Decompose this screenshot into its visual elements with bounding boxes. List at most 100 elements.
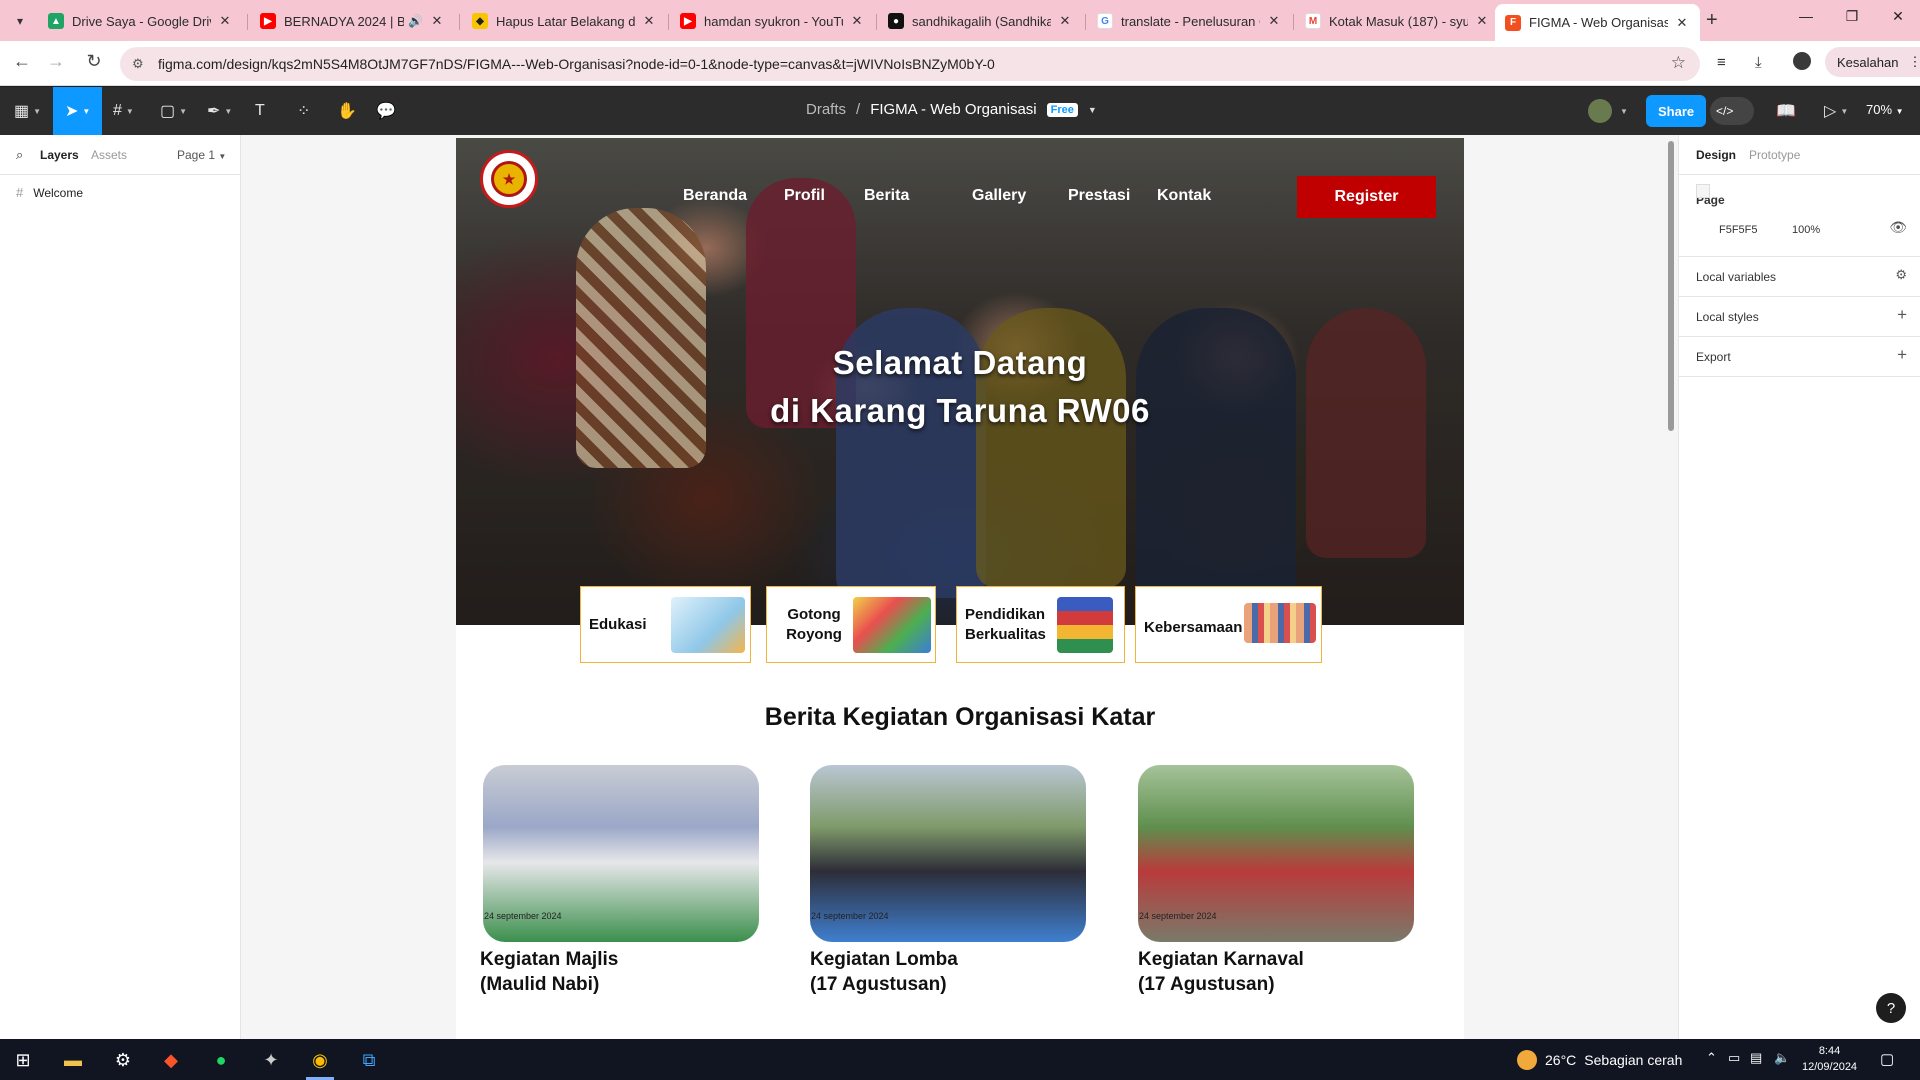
tab-figma-active[interactable]: F FIGMA - Web Organisasi ✕ <box>1495 4 1700 41</box>
tab-youtube-hamdan[interactable]: ▶ hamdan syukron - YouTube ✕ <box>670 6 875 36</box>
text-tool-icon[interactable]: T <box>255 99 265 123</box>
search-icon[interactable]: ⌕ <box>16 147 23 163</box>
visibility-eye-icon[interactable]: 👁 <box>1889 219 1907 236</box>
meet-now-icon[interactable]: ▭ <box>1728 1050 1740 1066</box>
system-clock[interactable]: 8:44 12/09/2024 <box>1802 1043 1857 1075</box>
tab-layers[interactable]: Layers <box>40 148 79 162</box>
nav-prestasi[interactable]: Prestasi <box>1068 187 1130 205</box>
present-play-icon[interactable]: ▷ ▼ <box>1824 99 1848 123</box>
spotify-icon[interactable]: ● <box>206 1045 236 1075</box>
weather-widget[interactable]: 26°C Sebagian cerah <box>1517 1050 1682 1070</box>
tab-google-drive[interactable]: ▲ Drive Saya - Google Drive ✕ <box>38 6 243 36</box>
page-opacity[interactable]: 100% <box>1792 224 1820 236</box>
dev-mode-toggle[interactable]: </> <box>1710 97 1754 125</box>
forward-arrow-icon[interactable]: → <box>44 51 68 72</box>
breadcrumb-drafts[interactable]: Drafts <box>806 101 846 118</box>
back-arrow-icon[interactable]: ← <box>10 51 34 72</box>
reload-icon[interactable]: ↻ <box>82 51 106 72</box>
canvas-scrollbar[interactable] <box>1668 141 1674 431</box>
tab-assets[interactable]: Assets <box>91 148 127 162</box>
feature-card-kebersamaan[interactable]: Kebersamaan <box>1135 586 1322 663</box>
bookmark-star-icon[interactable]: ☆ <box>1671 53 1686 73</box>
brave-browser-icon[interactable]: ◆ <box>156 1045 186 1075</box>
vscode-icon[interactable]: ⧉ <box>354 1045 384 1075</box>
register-button[interactable]: Register <box>1297 176 1436 218</box>
share-button[interactable]: Share <box>1646 95 1707 127</box>
page-selector[interactable]: Page 1 ▼ <box>177 148 226 162</box>
news-title[interactable]: Kegiatan Lomba (17 Agustusan) <box>810 947 958 997</box>
tab-github[interactable]: ● sandhikagalih (Sandhika Galih) ✕ <box>878 6 1083 36</box>
address-bar[interactable]: ⚙ figma.com/design/kqs2mN5S4M8OtJM7GF7nD… <box>120 47 1700 81</box>
error-button[interactable]: Kesalahan ⋮ <box>1825 47 1920 77</box>
nav-berita[interactable]: Berita <box>864 187 909 205</box>
tab-search-dropdown-icon[interactable]: ▾ <box>8 9 32 33</box>
variables-sliders-icon[interactable]: ⚙ <box>1895 267 1907 283</box>
main-menu-icon[interactable]: ▦ ▼ <box>14 99 41 123</box>
close-icon[interactable]: ✕ <box>217 13 233 29</box>
chevron-down-icon[interactable]: ▼ <box>1620 99 1628 123</box>
tab-remove-bg[interactable]: ◆ Hapus Latar Belakang dari Gambar ✕ <box>462 6 667 36</box>
close-icon[interactable]: ✕ <box>849 13 865 29</box>
close-icon[interactable]: ✕ <box>1057 13 1073 29</box>
download-icon[interactable]: ⤓ <box>1755 54 1762 71</box>
more-vert-icon[interactable]: ⋮ <box>1908 54 1920 70</box>
shape-tool-icon[interactable]: ▢ ▼ <box>160 99 187 123</box>
frame-tool-icon[interactable]: # ▼ <box>113 99 134 123</box>
chevron-down-icon[interactable]: ▼ <box>1088 105 1097 115</box>
library-book-icon[interactable]: 📖 <box>1776 99 1796 123</box>
speaker-icon[interactable]: 🔊 <box>408 14 423 28</box>
move-tool-icon[interactable]: ➤ ▼ <box>53 87 103 135</box>
nav-kontak[interactable]: Kontak <box>1157 187 1211 205</box>
network-icon[interactable]: ▤ <box>1750 1050 1762 1066</box>
tab-prototype[interactable]: Prototype <box>1749 148 1800 162</box>
comment-tool-icon[interactable]: 💬 <box>376 99 396 123</box>
chrome-icon[interactable]: ◉ <box>305 1045 335 1075</box>
windows-start-icon[interactable]: ⊞ <box>8 1045 38 1075</box>
add-plus-icon[interactable]: + <box>1897 305 1907 325</box>
add-plus-icon[interactable]: + <box>1897 345 1907 365</box>
close-icon[interactable]: ✕ <box>429 13 445 29</box>
layer-item[interactable]: # Welcome <box>16 185 83 200</box>
feature-card-gotong-royong[interactable]: Gotong Royong <box>766 586 936 663</box>
close-icon[interactable]: ✕ <box>1674 15 1690 31</box>
minimize-icon[interactable]: — <box>1786 8 1826 24</box>
notifications-icon[interactable]: ▢ <box>1880 1050 1894 1068</box>
tray-overflow-chevron-icon[interactable]: ⌃ <box>1706 1050 1717 1066</box>
restore-icon[interactable]: ❐ <box>1832 8 1872 25</box>
help-question-icon[interactable]: ? <box>1876 993 1906 1023</box>
news-title[interactable]: Kegiatan Karnaval (17 Agustusan) <box>1138 947 1304 997</box>
tab-design[interactable]: Design <box>1696 148 1736 162</box>
nav-gallery[interactable]: Gallery <box>972 187 1026 205</box>
site-info-icon[interactable]: ⚙ <box>132 56 144 72</box>
window-close-icon[interactable]: ✕ <box>1878 8 1918 25</box>
file-explorer-icon[interactable]: ▬ <box>58 1045 88 1075</box>
profile-avatar[interactable] <box>1793 52 1811 70</box>
export-section[interactable]: Export + <box>1679 337 1920 377</box>
volume-icon[interactable]: 🔈 <box>1774 1050 1790 1066</box>
close-icon[interactable]: ✕ <box>641 13 657 29</box>
design-canvas[interactable]: ★ Beranda Profil Berita Gallery Prestasi… <box>241 135 1678 1039</box>
page-color-swatch[interactable] <box>1696 184 1710 198</box>
satellite-app-icon[interactable]: ✦ <box>256 1045 286 1075</box>
news-title[interactable]: Kegiatan Majlis (Maulid Nabi) <box>480 947 618 997</box>
tab-youtube-bernadya[interactable]: ▶ BERNADYA 2024 | BERNADYA 🔊 ✕ <box>250 6 455 36</box>
nav-beranda[interactable]: Beranda <box>683 187 747 205</box>
local-styles-section[interactable]: Local styles + <box>1679 297 1920 337</box>
feature-card-edukasi[interactable]: Edukasi <box>580 586 751 663</box>
close-icon[interactable]: ✕ <box>1474 13 1490 29</box>
collaborator-avatar[interactable] <box>1588 99 1612 123</box>
zoom-level[interactable]: 70% ▼ <box>1866 102 1904 117</box>
tab-google-search[interactable]: G translate - Penelusuran Google ✕ <box>1087 6 1292 36</box>
pen-tool-icon[interactable]: ✒ ▼ <box>207 99 232 123</box>
resources-tool-icon[interactable]: ⁘ <box>297 99 310 123</box>
hand-tool-icon[interactable]: ✋ <box>337 99 357 123</box>
new-tab-plus-icon[interactable]: + <box>1706 9 1718 32</box>
nav-profil[interactable]: Profil <box>784 187 825 205</box>
settings-gear-icon[interactable]: ⚙ <box>108 1045 138 1075</box>
local-variables-section[interactable]: Local variables ⚙ <box>1679 257 1920 297</box>
page-color-hex[interactable]: F5F5F5 <box>1719 224 1758 236</box>
media-controls-icon[interactable]: ≡ <box>1717 54 1726 71</box>
file-name[interactable]: FIGMA - Web Organisasi <box>870 101 1036 118</box>
close-icon[interactable]: ✕ <box>1266 13 1282 29</box>
welcome-frame[interactable]: ★ Beranda Profil Berita Gallery Prestasi… <box>456 138 1464 1039</box>
